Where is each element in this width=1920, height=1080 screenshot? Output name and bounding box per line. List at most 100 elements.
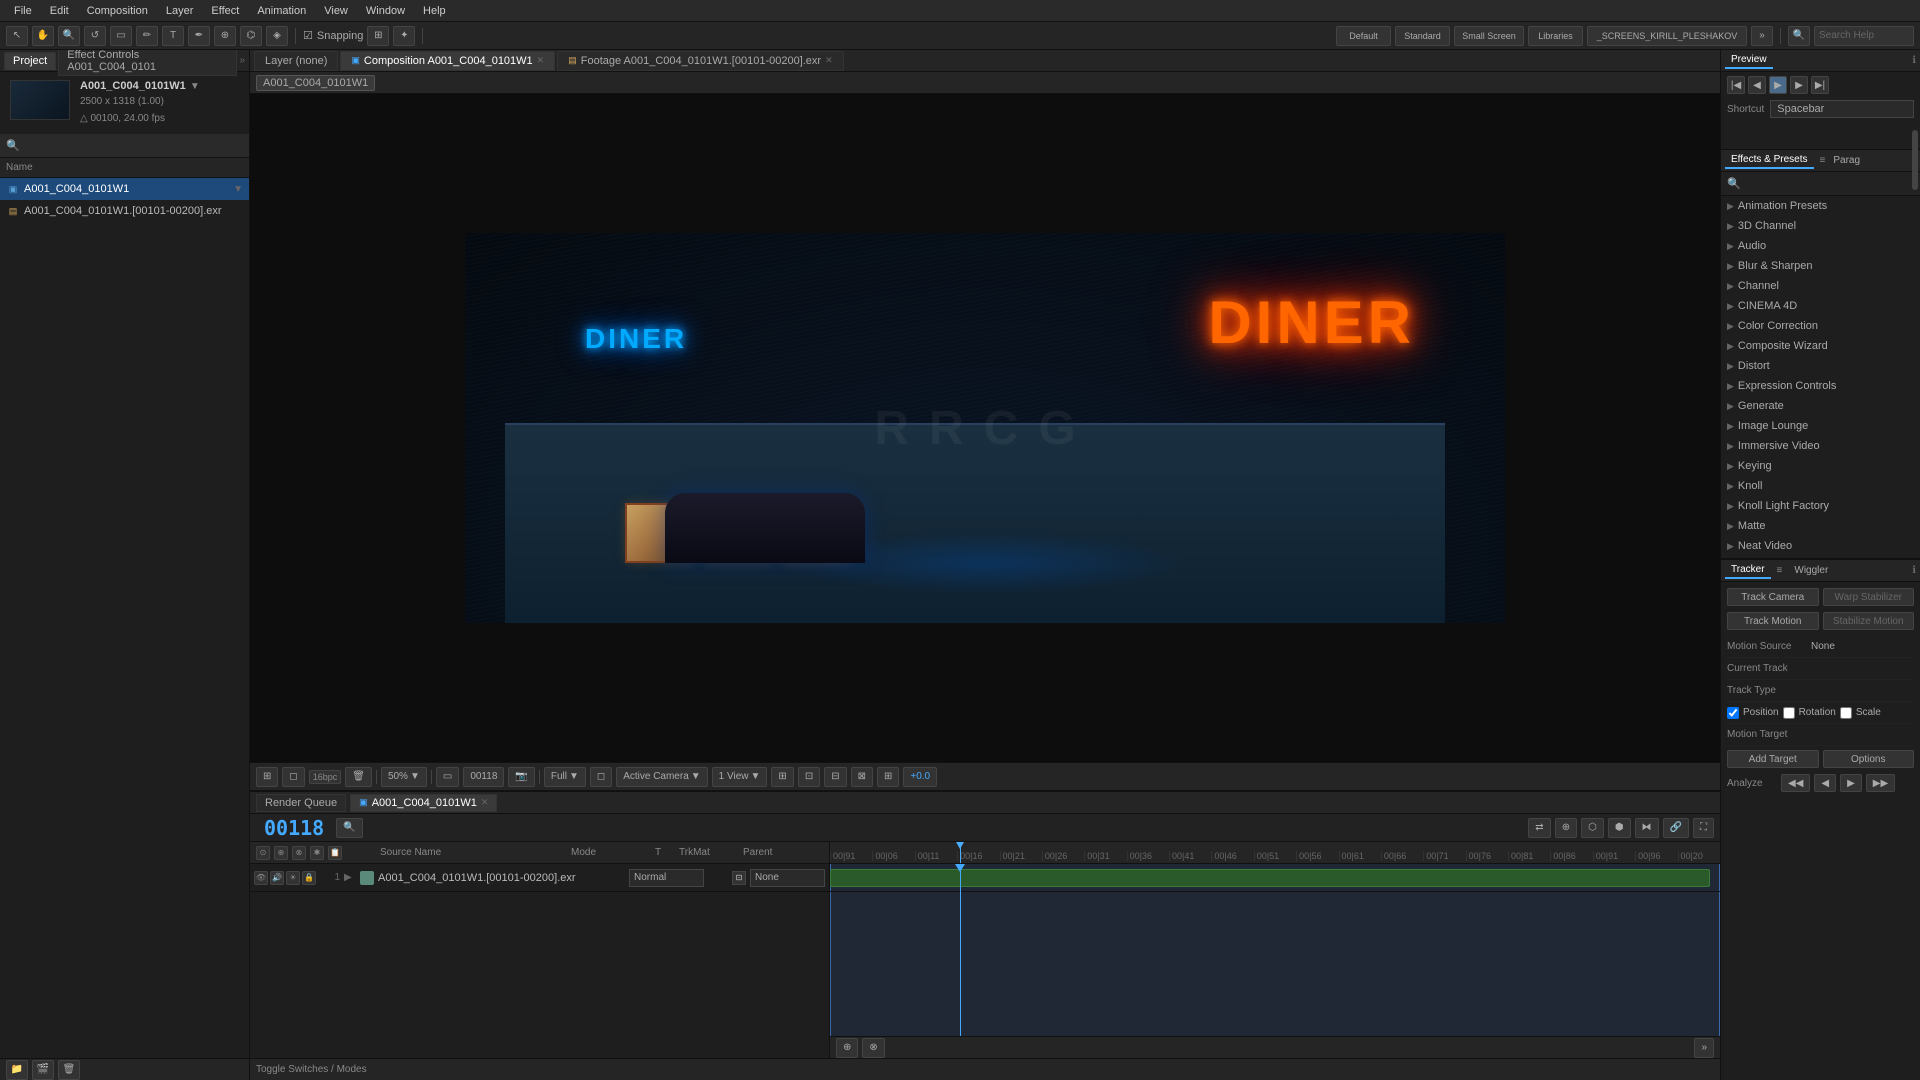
effects-scrollbar[interactable] xyxy=(1912,130,1918,190)
analyze-fwd-btn[interactable]: ▶ xyxy=(1840,774,1862,792)
menu-file[interactable]: File xyxy=(6,3,40,19)
effect-image-lounge[interactable]: ▶ Image Lounge xyxy=(1721,416,1920,436)
timeline-btn6[interactable]: 🔗 xyxy=(1663,818,1689,838)
layer-header-btn1[interactable]: ⊙ xyxy=(256,846,270,860)
effect-matte[interactable]: ▶ Matte xyxy=(1721,516,1920,536)
warp-stabilizer-btn[interactable]: Warp Stabilizer xyxy=(1823,588,1915,606)
new-comp-btn[interactable]: 🎬 xyxy=(32,1060,54,1080)
layer-lock-btn[interactable]: 🔒 xyxy=(302,871,316,885)
camera-select-btn[interactable]: Active Camera ▼ xyxy=(616,767,707,787)
view-btn[interactable]: 1 View ▼ xyxy=(712,767,768,787)
viewer-camera-btn[interactable]: 📷 xyxy=(508,767,534,787)
tool-extra1[interactable]: ✦ xyxy=(393,26,415,46)
tl-footer-expand[interactable]: » xyxy=(1694,1038,1714,1058)
workspace-libraries[interactable]: Libraries xyxy=(1528,26,1583,46)
analyze-prev-btn[interactable]: ◀ xyxy=(1814,774,1836,792)
project-item-comp[interactable]: ▣ A001_C004_0101W1 ▼ xyxy=(0,178,249,200)
resolution-btn[interactable]: Full ▼ xyxy=(544,767,586,787)
tab-timeline-comp[interactable]: ▣ A001_C004_0101W1 ✕ xyxy=(350,794,497,812)
workspace-default[interactable]: Default xyxy=(1336,26,1391,46)
effect-channel[interactable]: ▶ Channel xyxy=(1721,276,1920,296)
snapping-checkbox[interactable]: ☑ xyxy=(303,29,313,42)
tab-effects-presets[interactable]: Effects & Presets xyxy=(1725,152,1814,169)
effect-3d-channel[interactable]: ▶ 3D Channel xyxy=(1721,216,1920,236)
comp-arrow[interactable]: ▼ xyxy=(190,81,200,92)
tab-tracker[interactable]: Tracker xyxy=(1725,562,1771,579)
viewer-region-btn[interactable]: ▭ xyxy=(436,767,459,787)
tool-rotate[interactable]: ↺ xyxy=(84,26,106,46)
prev-first-btn[interactable]: |◀ xyxy=(1727,76,1745,94)
track-motion-btn[interactable]: Track Motion xyxy=(1727,612,1819,630)
tl-footer-btn2[interactable]: ⊗ xyxy=(862,1038,884,1058)
tab-render-queue[interactable]: Render Queue xyxy=(256,794,346,812)
tool-brush[interactable]: ⌬ xyxy=(240,26,262,46)
comp-item-expand[interactable]: ▼ xyxy=(233,184,243,195)
viewer-multi2[interactable]: ⊡ xyxy=(798,767,820,787)
viewer-multi4[interactable]: ⊠ xyxy=(851,767,873,787)
timeline-btn5[interactable]: ⧓ xyxy=(1635,818,1659,838)
effect-audio[interactable]: ▶ Audio xyxy=(1721,236,1920,256)
comp-tab-close[interactable]: ✕ xyxy=(537,55,545,66)
prev-last-btn[interactable]: ▶| xyxy=(1811,76,1829,94)
viewer-multi3[interactable]: ⊟ xyxy=(824,767,846,787)
tool-clone[interactable]: ⊕ xyxy=(214,26,236,46)
effect-immersive-video[interactable]: ▶ Immersive Video xyxy=(1721,436,1920,456)
timeline-btn4[interactable]: ⬢ xyxy=(1608,818,1631,838)
analyze-back-btn[interactable]: ◀◀ xyxy=(1781,774,1810,792)
search-timeline-btn[interactable]: 🔍 xyxy=(336,818,362,838)
effect-knoll[interactable]: ▶ Knoll xyxy=(1721,476,1920,496)
tool-zoom[interactable]: 🔍 xyxy=(58,26,80,46)
tl-footer-btn1[interactable]: ⊕ xyxy=(836,1038,858,1058)
viewer-multi1[interactable]: ⊞ xyxy=(771,767,793,787)
menu-effect[interactable]: Effect xyxy=(203,3,247,19)
effect-color-correction[interactable]: ▶ Color Correction xyxy=(1721,316,1920,336)
playhead[interactable] xyxy=(960,864,961,1036)
tool-text[interactable]: T xyxy=(162,26,184,46)
workspace-smallscreen[interactable]: Small Screen xyxy=(1454,26,1524,46)
menu-window[interactable]: Window xyxy=(358,3,413,19)
delete-btn[interactable]: 🗑 xyxy=(58,1060,80,1080)
tab-project[interactable]: Project xyxy=(4,52,56,70)
position-checkbox[interactable] xyxy=(1727,707,1739,719)
layer-expand-btn[interactable]: ▶ xyxy=(344,872,356,883)
effects-search-input[interactable] xyxy=(1745,178,1914,190)
viewer-plus-btn[interactable]: +0.0 xyxy=(903,767,937,787)
timeline-btn7[interactable]: ⛶ xyxy=(1693,818,1714,838)
shortcut-value[interactable]: Spacebar xyxy=(1770,100,1914,118)
tool-shape2[interactable]: ✏ xyxy=(136,26,158,46)
menu-view[interactable]: View xyxy=(316,3,356,19)
timeline-btn1[interactable]: ⇄ xyxy=(1528,818,1550,838)
add-target-btn[interactable]: Add Target xyxy=(1727,750,1819,768)
prev-fwd-btn[interactable]: ▶ xyxy=(1790,76,1808,94)
tool-select[interactable]: ↖ xyxy=(6,26,28,46)
viewer-trash-btn[interactable]: 🗑 xyxy=(345,767,372,787)
menu-layer[interactable]: Layer xyxy=(158,3,202,19)
scale-checkbox[interactable] xyxy=(1840,707,1852,719)
layer-parent-select[interactable]: None xyxy=(750,869,825,887)
timeline-btn2[interactable]: ⊕ xyxy=(1555,818,1577,838)
effect-blur-sharpen[interactable]: ▶ Blur & Sharpen xyxy=(1721,256,1920,276)
timeline-btn3[interactable]: ⬡ xyxy=(1581,818,1604,838)
panel-expand-arrow[interactable]: » xyxy=(239,55,245,66)
tool-hand[interactable]: ✋ xyxy=(32,26,54,46)
layer-header-btn2[interactable]: ⊕ xyxy=(274,846,288,860)
effect-keying[interactable]: ▶ Keying xyxy=(1721,456,1920,476)
layer-audio-btn[interactable]: 🔊 xyxy=(270,871,284,885)
layer-solo-btn[interactable]: ☀ xyxy=(286,871,300,885)
tab-preview[interactable]: Preview xyxy=(1725,52,1773,69)
viewer-timecode-btn[interactable]: 00118 xyxy=(463,767,504,787)
search-btn[interactable]: 🔍 xyxy=(1788,26,1810,46)
tool-shape1[interactable]: ▭ xyxy=(110,26,132,46)
prev-play-btn[interactable]: ▶ xyxy=(1769,76,1787,94)
tool-pen[interactable]: ✒ xyxy=(188,26,210,46)
effect-expression-controls[interactable]: ▶ Expression Controls xyxy=(1721,376,1920,396)
layer-header-btn4[interactable]: ✱ xyxy=(310,846,324,860)
tab-parag[interactable]: Parag xyxy=(1827,153,1866,168)
menu-help[interactable]: Help xyxy=(415,3,454,19)
footage-tab-close[interactable]: ✕ xyxy=(825,55,833,66)
effect-knoll-light-factory[interactable]: ▶ Knoll Light Factory xyxy=(1721,496,1920,516)
options-btn[interactable]: Options xyxy=(1823,750,1915,768)
tab-layer[interactable]: Layer (none) xyxy=(254,51,338,71)
new-folder-btn[interactable]: 📁 xyxy=(6,1060,28,1080)
breadcrumb[interactable]: A001_C004_0101W1 xyxy=(256,75,375,91)
